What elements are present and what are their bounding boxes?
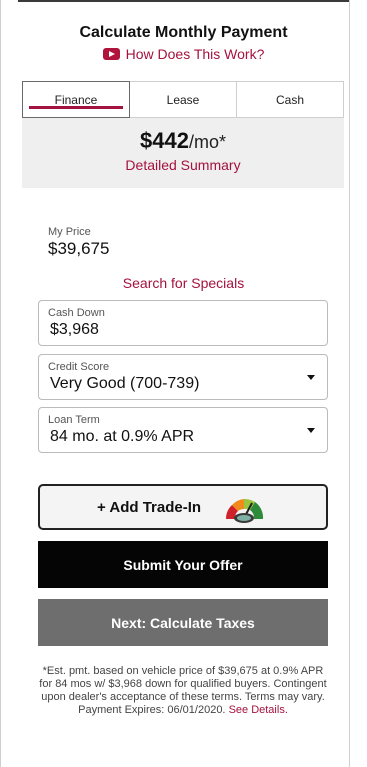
how-does-this-work-link[interactable]: How Does This Work?	[0, 46, 367, 62]
loan-term-label: Loan Term	[48, 414, 100, 426]
tab-lease[interactable]: Lease	[130, 81, 237, 118]
credit-score-label: Credit Score	[48, 361, 110, 373]
caret-down-icon	[307, 375, 315, 380]
tab-finance[interactable]: Finance	[22, 81, 130, 118]
tab-cash-label: Cash	[275, 92, 304, 107]
trade-value-gauge-icon	[225, 498, 264, 523]
monthly-payment-amount: $442	[140, 128, 189, 153]
see-details-link[interactable]: See Details.	[229, 704, 288, 716]
loan-term-value: 84 mo. at 0.9% APR	[50, 428, 195, 445]
monthly-payment: $442/mo*	[22, 128, 344, 154]
credit-score-value: Very Good (700-739)	[50, 375, 200, 392]
caret-down-icon	[307, 428, 315, 433]
payment-type-tabs: Finance Lease Cash	[22, 81, 344, 118]
credit-score-select[interactable]: Credit Score Very Good (700-739)	[38, 354, 328, 400]
tab-lease-label: Lease	[166, 92, 200, 107]
detailed-summary-link[interactable]: Detailed Summary	[22, 157, 344, 173]
search-specials-link[interactable]: Search for Specials	[0, 275, 367, 291]
payment-calculator-panel: Calculate Monthly Payment How Does This …	[0, 0, 367, 767]
panel-left-border	[0, 0, 1, 767]
my-price-value: $39,675	[48, 239, 110, 258]
calculate-taxes-button[interactable]: Next: Calculate Taxes	[38, 599, 328, 646]
monthly-payment-unit: /mo*	[188, 132, 226, 152]
tab-cash[interactable]: Cash	[237, 81, 344, 118]
submit-offer-button[interactable]: Submit Your Offer	[38, 541, 328, 588]
add-trade-in-label: + Add Trade-In	[97, 498, 202, 516]
panel-top-border	[18, 0, 349, 2]
my-price-label: My Price	[48, 226, 91, 238]
active-tab-indicator	[29, 106, 123, 109]
cash-down-field[interactable]: Cash Down $3,968	[38, 300, 328, 346]
payment-disclaimer: *Est. pmt. based on vehicle price of $39…	[36, 665, 330, 717]
play-video-icon	[102, 48, 120, 60]
add-trade-in-button[interactable]: + Add Trade-In	[38, 484, 328, 530]
cash-down-label: Cash Down	[48, 307, 105, 319]
how-link-label: How Does This Work?	[125, 46, 265, 62]
page-title: Calculate Monthly Payment	[79, 24, 288, 41]
cash-down-value: $3,968	[50, 321, 99, 338]
tab-finance-label: Finance	[54, 92, 98, 107]
loan-term-select[interactable]: Loan Term 84 mo. at 0.9% APR	[38, 407, 328, 453]
panel-right-border	[349, 0, 350, 767]
payment-summary: $442/mo* Detailed Summary	[22, 118, 344, 188]
